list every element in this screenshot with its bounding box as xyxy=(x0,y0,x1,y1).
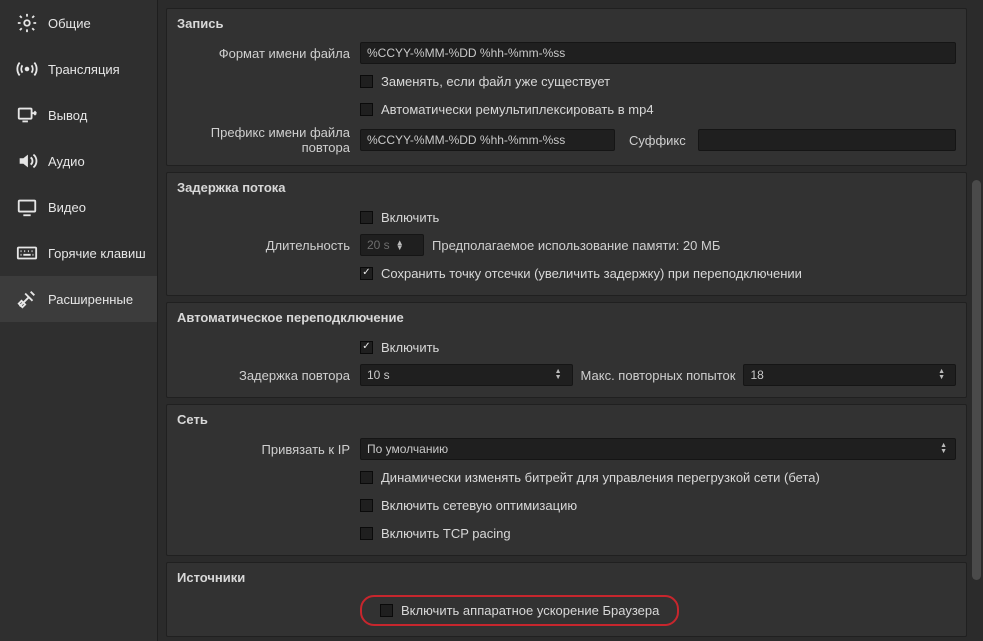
network-opt-label: Включить сетевую оптимизацию xyxy=(381,498,577,513)
duration-label: Длительность xyxy=(177,238,352,253)
select-arrows-icon: ▲▼ xyxy=(936,443,951,455)
group-auto-reconnect: Автоматическое переподключение Включить … xyxy=(166,302,967,398)
group-sources: Источники Включить аппаратное ускорение … xyxy=(166,562,967,637)
replay-prefix-label: Префикс имени файла повтора xyxy=(177,125,352,155)
settings-content: Запись Формат имени файла Заменять, если… xyxy=(158,0,983,641)
sidebar-item-output[interactable]: Вывод xyxy=(0,92,157,138)
spinner-arrows-icon: ▲▼ xyxy=(934,369,949,381)
bind-ip-label: Привязать к IP xyxy=(177,442,352,457)
filename-format-label: Формат имени файла xyxy=(177,46,352,61)
tcp-pacing-label: Включить TCP pacing xyxy=(381,526,511,541)
retry-delay-spinner[interactable]: 10 s ▲▼ xyxy=(360,364,573,386)
sidebar-item-stream[interactable]: Трансляция xyxy=(0,46,157,92)
reconnect-enable-label: Включить xyxy=(381,340,439,355)
keyboard-icon xyxy=(16,242,38,264)
sidebar-item-label: Видео xyxy=(48,200,86,215)
sidebar-item-label: Вывод xyxy=(48,108,87,123)
scroll-thumb[interactable] xyxy=(972,180,981,580)
tcp-pacing-checkbox[interactable]: Включить TCP pacing xyxy=(360,526,511,541)
preserve-label: Сохранить точку отсечки (увеличить задер… xyxy=(381,266,802,281)
filename-format-input[interactable] xyxy=(360,42,956,64)
sidebar-item-label: Горячие клавиш xyxy=(48,246,146,261)
sidebar-item-advanced[interactable]: Расширенные xyxy=(0,276,157,322)
delay-enable-checkbox[interactable]: Включить xyxy=(360,210,439,225)
network-opt-checkbox[interactable]: Включить сетевую оптимизацию xyxy=(360,498,577,513)
spinner-arrows-icon: ▲▼ xyxy=(394,240,406,250)
sidebar-item-label: Расширенные xyxy=(48,292,133,307)
remux-label: Автоматически ремультиплексировать в mp4 xyxy=(381,102,654,117)
sidebar-item-label: Общие xyxy=(48,16,91,31)
sidebar-item-label: Аудио xyxy=(48,154,85,169)
duration-hint: Предполагаемое использование памяти: 20 … xyxy=(432,238,720,253)
sidebar-item-hotkeys[interactable]: Горячие клавиш xyxy=(0,230,157,276)
video-icon xyxy=(16,196,38,218)
hw-accel-checkbox[interactable]: Включить аппаратное ускорение Браузера xyxy=(380,603,659,618)
output-icon xyxy=(16,104,38,126)
scrollbar[interactable] xyxy=(968,0,983,641)
group-title: Автоматическое переподключение xyxy=(177,308,956,331)
max-retries-label: Макс. повторных попыток xyxy=(581,368,736,383)
overwrite-label: Заменять, если файл уже существует xyxy=(381,74,610,89)
sidebar-item-video[interactable]: Видео xyxy=(0,184,157,230)
sidebar: Общие Трансляция Вывод Аудио Видео Горяч… xyxy=(0,0,158,641)
sidebar-item-label: Трансляция xyxy=(48,62,120,77)
sidebar-item-audio[interactable]: Аудио xyxy=(0,138,157,184)
gear-icon xyxy=(16,12,38,34)
remux-checkbox[interactable]: Автоматически ремультиплексировать в mp4 xyxy=(360,102,654,117)
preserve-checkbox[interactable]: Сохранить точку отсечки (увеличить задер… xyxy=(360,266,802,281)
group-title: Запись xyxy=(177,14,956,37)
group-stream-delay: Задержка потока Включить Длительность 20… xyxy=(166,172,967,296)
delay-enable-label: Включить xyxy=(381,210,439,225)
sidebar-item-general[interactable]: Общие xyxy=(0,0,157,46)
hw-accel-label: Включить аппаратное ускорение Браузера xyxy=(401,603,659,618)
group-recording: Запись Формат имени файла Заменять, если… xyxy=(166,8,967,166)
tools-icon xyxy=(16,288,38,310)
dynamic-bitrate-label: Динамически изменять битрейт для управле… xyxy=(381,470,820,485)
broadcast-icon xyxy=(16,58,38,80)
retry-delay-label: Задержка повтора xyxy=(177,368,352,383)
bind-ip-select[interactable]: По умолчанию ▲▼ xyxy=(360,438,956,460)
suffix-input[interactable] xyxy=(698,129,956,151)
dynamic-bitrate-checkbox[interactable]: Динамически изменять битрейт для управле… xyxy=(360,470,820,485)
replay-prefix-input[interactable] xyxy=(360,129,615,151)
suffix-label: Суффикс xyxy=(623,133,690,148)
audio-icon xyxy=(16,150,38,172)
group-network: Сеть Привязать к IP По умолчанию ▲▼ Дина… xyxy=(166,404,967,556)
spinner-arrows-icon: ▲▼ xyxy=(551,369,566,381)
highlight-annotation: Включить аппаратное ускорение Браузера xyxy=(360,595,679,626)
group-title: Задержка потока xyxy=(177,178,956,201)
group-title: Сеть xyxy=(177,410,956,433)
group-title: Источники xyxy=(177,568,956,591)
overwrite-checkbox[interactable]: Заменять, если файл уже существует xyxy=(360,74,610,89)
duration-spinner[interactable]: 20 s ▲▼ xyxy=(360,234,424,256)
reconnect-enable-checkbox[interactable]: Включить xyxy=(360,340,439,355)
max-retries-spinner[interactable]: 18 ▲▼ xyxy=(743,364,956,386)
